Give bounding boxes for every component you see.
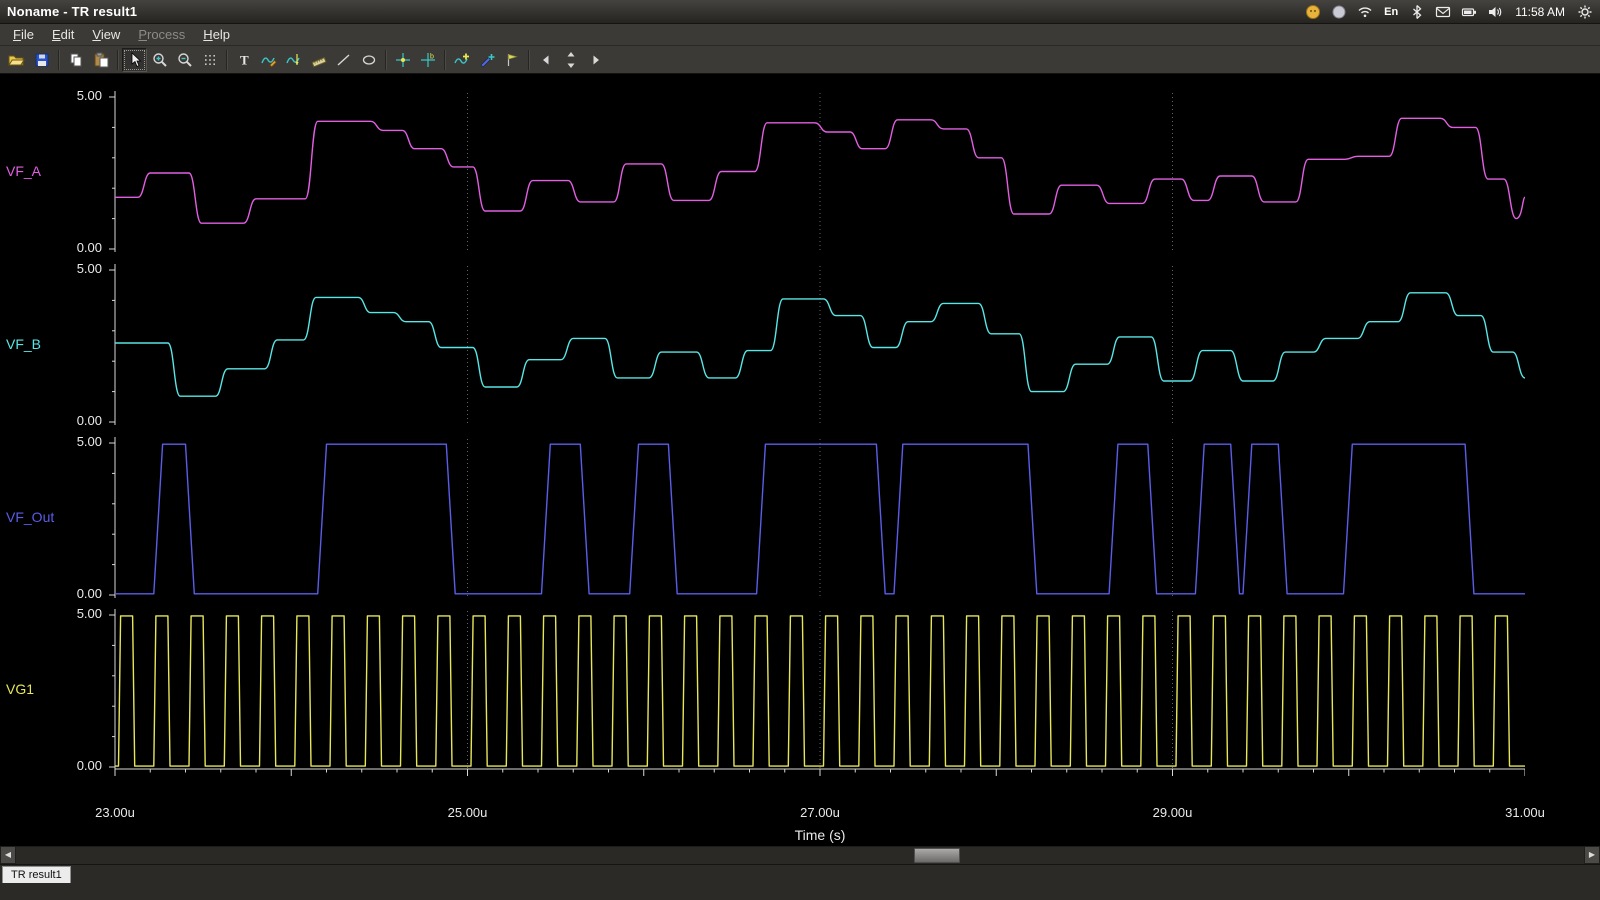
svg-text:T: T [240,52,249,67]
ellipse-tool-button[interactable] [356,48,381,72]
axes-marker-b-button[interactable]: b [415,48,440,72]
plot-canvas-vf_out[interactable] [109,437,1525,598]
flag-marker-button[interactable] [499,48,524,72]
time-axis-label: Time (s) [740,827,900,843]
xtick-label: 31.00u [1505,805,1545,820]
add-trace-button[interactable] [449,48,474,72]
ytick-top: 5.00 [36,434,102,449]
save-button[interactable] [29,48,54,72]
toolbar-separator [226,50,227,70]
application-window: Noname - TR result1 En [0,0,1600,900]
menu-help[interactable]: Help [194,25,239,44]
xtick-label: 27.00u [800,805,840,820]
battery-icon[interactable] [1461,4,1477,20]
step-forward-button[interactable] [583,48,608,72]
toolbar-separator [385,50,386,70]
toolbar-separator [117,50,118,70]
waveform-panel-vf_a: VF_A 5.00 0.00 [0,91,1600,252]
ytick-bottom: 0.00 [36,758,102,773]
menu-edit[interactable]: Edit [43,25,83,44]
axes-marker-a-button[interactable] [390,48,415,72]
clock-indicator[interactable]: 11:58 AM [1515,5,1565,19]
zoom-in-button[interactable] [147,48,172,72]
ytick-bottom: 0.00 [36,586,102,601]
ruler-button[interactable] [306,48,331,72]
toolbar-separator [444,50,445,70]
plot-canvas-vg1[interactable] [109,609,1525,770]
scroll-right-button[interactable]: ▶ [1584,846,1600,864]
wifi-icon[interactable] [1357,4,1373,20]
window-title: Noname - TR result1 [7,4,137,19]
ytick-top: 5.00 [36,606,102,621]
waveform-panel-vf_b: VF_B 5.00 0.00 [0,264,1600,425]
add-annotation-button[interactable] [474,48,499,72]
waveform-panel-vf_out: VF_Out 5.00 0.00 [0,437,1600,598]
ytick-bottom: 0.00 [36,240,102,255]
trace-vf_a [115,118,1525,223]
copy-button[interactable] [63,48,88,72]
xtick-label: 25.00u [448,805,488,820]
result-tab-bar: TR result1 [0,864,1600,884]
scrollbar-track[interactable] [16,846,1584,864]
menu-file[interactable]: File [4,25,43,44]
line-tool-button[interactable] [331,48,356,72]
text-tool-button[interactable]: T [231,48,256,72]
menu-process[interactable]: Process [129,25,194,44]
step-back-button[interactable] [533,48,558,72]
signal-name-vf_out: VF_Out [6,509,54,525]
menu-view[interactable]: View [83,25,129,44]
trace-spinner[interactable] [558,48,583,72]
mail-icon[interactable] [1435,4,1451,20]
plot-canvas-vf_b[interactable] [109,264,1525,425]
toolbar-separator [58,50,59,70]
presence-icon[interactable] [1331,4,1347,20]
zoom-out-button[interactable] [172,48,197,72]
bottom-filler [0,884,1600,900]
plot-canvas-vf_a[interactable] [109,91,1525,252]
select-tool-button[interactable] [122,48,147,72]
toolbar-separator [528,50,529,70]
waveform-panel-vg1: VG1 5.00 0.00 [0,609,1600,770]
volume-icon[interactable] [1487,4,1503,20]
x-axis [109,768,1525,784]
scrollbar-handle[interactable] [914,848,960,863]
waveform-plot-area[interactable]: Time (s) VF_A 5.00 0.00 VF_B 5.00 0.00 VF_Out 5… [0,74,1600,846]
horizontal-scrollbar: ◀ ▶ [0,846,1600,864]
xtick-label: 23.00u [95,805,135,820]
signal-name-vf_b: VF_B [6,336,41,352]
ytick-top: 5.00 [36,261,102,276]
system-tray: En 11:58 AM [1305,4,1593,20]
probe-marker-button[interactable] [281,48,306,72]
toolbar: T b [0,46,1600,74]
trace-vf_b [115,293,1525,396]
signal-name-vg1: VG1 [6,681,34,697]
title-bar: Noname - TR result1 En [0,0,1600,24]
open-button[interactable] [4,48,29,72]
scroll-left-button[interactable]: ◀ [0,846,16,864]
ytick-top: 5.00 [36,88,102,103]
draw-trace-button[interactable] [256,48,281,72]
paste-button[interactable] [88,48,113,72]
session-gear-icon[interactable] [1577,4,1593,20]
language-indicator[interactable]: En [1383,4,1399,20]
grid-toggle-button[interactable] [197,48,222,72]
xtick-label: 29.00u [1153,805,1193,820]
signal-name-vf_a: VF_A [6,163,41,179]
svg-text:b: b [430,53,434,60]
ytick-bottom: 0.00 [36,413,102,428]
menu-bar: FileEditViewProcessHelp [0,24,1600,46]
bluetooth-icon[interactable] [1409,4,1425,20]
tab-tr-result1[interactable]: TR result1 [2,866,71,883]
notification-icon[interactable] [1305,4,1321,20]
